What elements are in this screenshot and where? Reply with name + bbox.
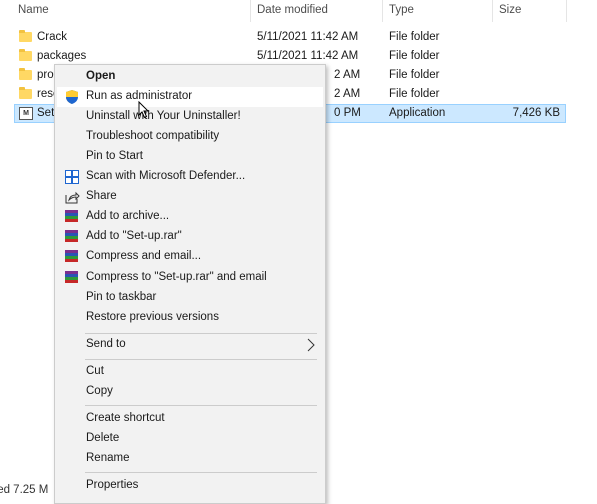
menu-item-label: Add to "Set-up.rar" [86,230,182,242]
menu-item-rename[interactable]: Rename [57,449,323,469]
menu-item-label: Share [86,190,117,202]
menu-separator [85,405,317,406]
file-name: Crack [37,31,68,43]
menu-item-scan-defender[interactable]: Scan with Microsoft Defender... [57,167,323,187]
winrar-icon [64,270,80,286]
menu-item-cut[interactable]: Cut [57,362,323,382]
menu-item-uninstall[interactable]: Uninstall with Your Uninstaller! [57,107,323,127]
file-date: 2 AM [334,69,361,81]
file-size: 7,426 KB [512,107,560,119]
menu-item-delete[interactable]: Delete [57,429,323,449]
column-divider[interactable] [382,0,383,22]
file-date: 5/11/2021 11:42 AM [257,31,359,43]
menu-item-label: Scan with Microsoft Defender... [86,170,246,182]
column-header-name[interactable]: Name [18,4,49,16]
file-type: Application [389,107,446,119]
column-header-date[interactable]: Date modified [257,4,328,16]
file-type: File folder [389,88,440,100]
folder-icon [19,30,32,42]
menu-item-properties[interactable]: Properties [57,476,323,496]
folder-icon [19,87,32,99]
file-row-crack[interactable]: Crack 5/11/2021 11:42 AM File folder [14,28,566,47]
file-date: 2 AM [334,88,361,100]
status-bar-text: ted 7.25 M [0,484,49,496]
defender-icon [64,169,80,185]
menu-item-create-shortcut[interactable]: Create shortcut [57,409,323,429]
menu-item-label: Copy [86,385,113,397]
file-name: packages [37,50,87,62]
chevron-right-icon [307,338,315,355]
folder-icon [19,49,32,61]
column-header-type[interactable]: Type [389,4,414,16]
menu-item-compress-and-email[interactable]: Compress and email... [57,247,323,267]
menu-item-label: Troubleshoot compatibility [86,130,220,142]
sort-caret-icon: ^ [126,0,131,6]
menu-item-open[interactable]: Open [57,67,323,87]
winrar-icon [64,209,80,225]
menu-item-label: Create shortcut [86,412,165,424]
context-menu: Open Run as administrator Uninstall with… [54,64,326,504]
menu-separator [85,472,317,473]
folder-icon [19,68,32,80]
winrar-icon [64,249,80,265]
menu-item-add-to-archive[interactable]: Add to archive... [57,207,323,227]
menu-item-send-to[interactable]: Send to [57,335,323,355]
file-date: 5/11/2021 11:42 AM [257,50,359,62]
file-type: File folder [389,69,440,81]
column-divider[interactable] [492,0,493,22]
menu-item-pin-to-start[interactable]: Pin to Start [57,147,323,167]
menu-item-label: Pin to Start [86,150,143,162]
file-list-header: ^ Name Date modified Type Size [0,0,597,22]
menu-item-share[interactable]: Share [57,187,323,207]
menu-item-label: Delete [86,432,120,444]
menu-item-run-as-administrator[interactable]: Run as administrator [57,87,323,107]
menu-item-troubleshoot[interactable]: Troubleshoot compatibility [57,127,323,147]
menu-item-label: Add to archive... [86,210,170,222]
menu-item-copy[interactable]: Copy [57,382,323,402]
file-type: File folder [389,50,440,62]
menu-item-pin-to-taskbar[interactable]: Pin to taskbar [57,288,323,308]
column-header-size[interactable]: Size [499,4,521,16]
menu-item-label: Compress and email... [86,250,202,262]
menu-item-label: Properties [86,479,139,491]
menu-item-compress-to-rar-and-email[interactable]: Compress to "Set-up.rar" and email [57,268,323,288]
menu-item-label: Compress to "Set-up.rar" and email [86,271,267,283]
menu-item-label: Open [86,70,116,82]
menu-separator [85,359,317,360]
file-date: 0 PM [334,107,361,119]
file-name: pro [37,69,54,81]
column-divider[interactable] [250,0,251,22]
file-type: File folder [389,31,440,43]
menu-item-label: Uninstall with Your Uninstaller! [86,110,241,122]
menu-item-add-to-setup-rar[interactable]: Add to "Set-up.rar" [57,227,323,247]
winrar-icon [64,229,80,245]
share-icon [64,189,80,205]
menu-item-label: Cut [86,365,104,377]
mouse-cursor-icon [138,100,150,122]
menu-item-label: Restore previous versions [86,311,219,323]
menu-item-label: Pin to taskbar [86,291,157,303]
application-icon: M [19,107,33,120]
menu-item-label: Send to [86,338,126,350]
menu-separator [85,333,317,334]
menu-item-label: Rename [86,452,130,464]
column-divider[interactable] [566,0,567,22]
menu-item-restore-previous-versions[interactable]: Restore previous versions [57,308,323,328]
uac-shield-icon [64,89,80,105]
